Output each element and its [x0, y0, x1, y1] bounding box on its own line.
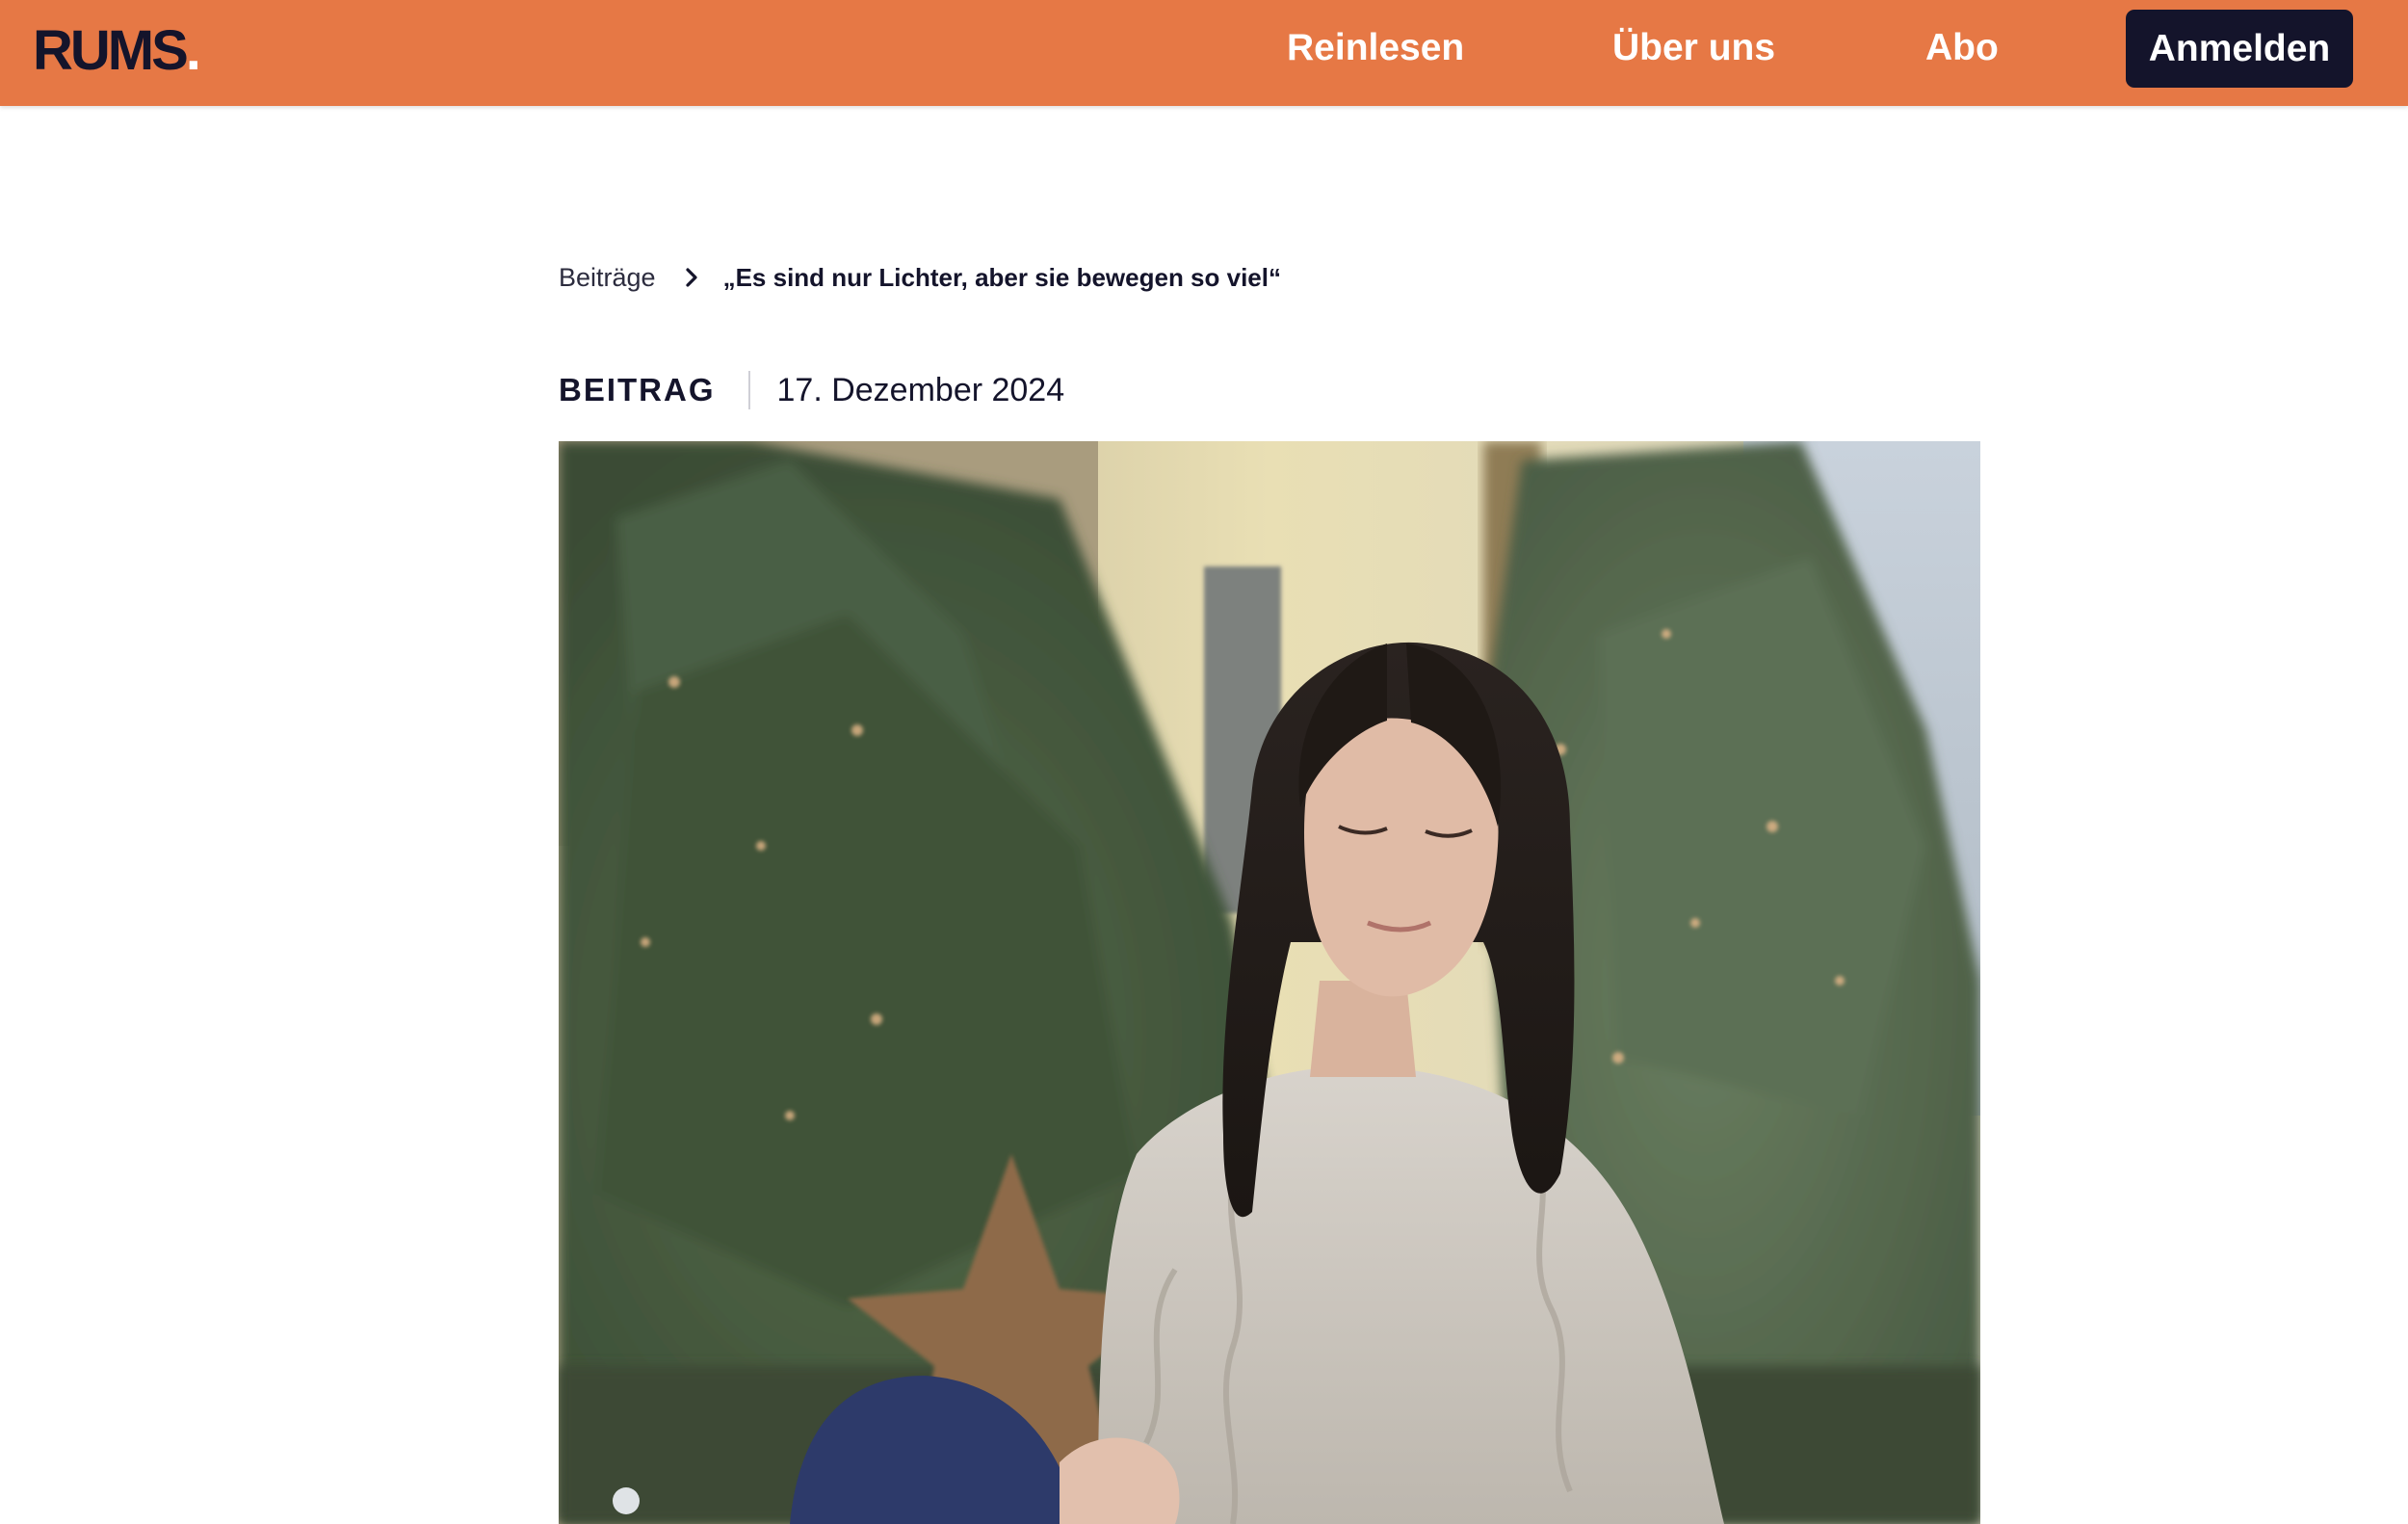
nav-item-abo[interactable]: Abo [1925, 24, 1999, 72]
meta-divider [747, 371, 750, 409]
chevron-right-icon [681, 267, 702, 288]
nav-item-ueber-uns[interactable]: Über uns [1612, 24, 1775, 72]
article-category[interactable]: BEITRAG [559, 372, 716, 408]
site-logo[interactable]: RUMS. [33, 17, 201, 85]
hero-image [559, 441, 1980, 1524]
hero-photo-illustration [559, 441, 1980, 1524]
breadcrumb: Beiträge „Es sind nur Lichter, aber sie … [559, 258, 1281, 297]
site-header: RUMS. Reinlesen Über uns Abo Anmelden [0, 0, 2408, 106]
article-meta: BEITRAG 17. Dezember 2024 [559, 368, 1064, 412]
nav-item-reinlesen[interactable]: Reinlesen [1287, 24, 1464, 72]
logo-dot: . [185, 19, 201, 82]
logo-text: RUMS [33, 19, 189, 82]
breadcrumb-parent-link[interactable]: Beiträge [559, 263, 656, 293]
article-date: 17. Dezember 2024 [776, 371, 1065, 408]
breadcrumb-current: „Es sind nur Lichter, aber sie bewegen s… [722, 262, 1281, 292]
login-button[interactable]: Anmelden [2126, 10, 2353, 88]
